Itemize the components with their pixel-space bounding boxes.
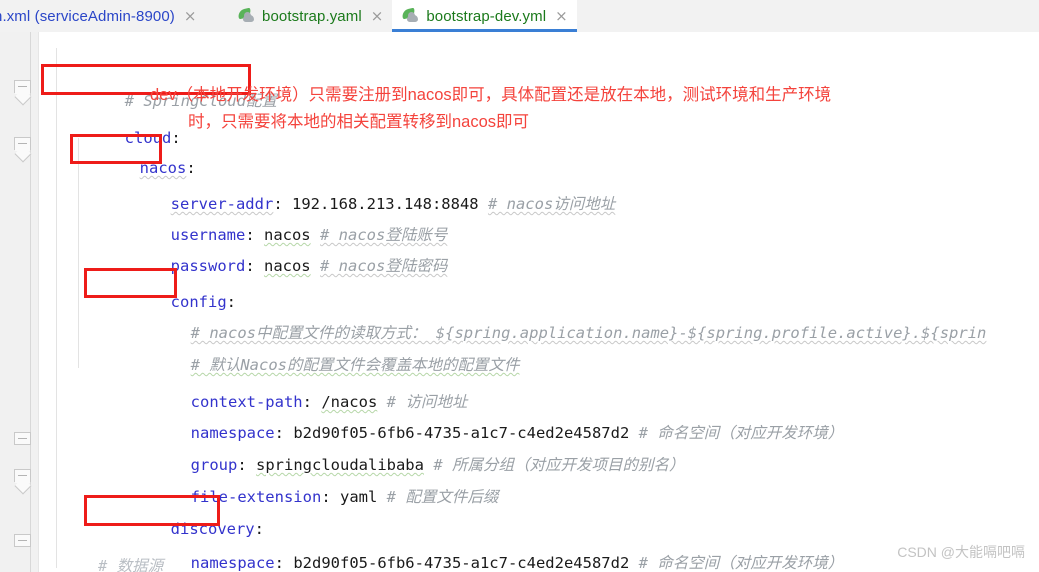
code-line-username: username: nacos # nacos登陆账号 — [170, 226, 448, 244]
close-icon[interactable]: × — [371, 8, 384, 24]
code-line-datasource-comment: # 数据源 — [98, 557, 164, 572]
watermark: CSDN @大能嗝吧嗝 — [897, 544, 1025, 560]
fold-marker-datasource[interactable] — [14, 534, 33, 550]
code-line-config-group: group: springcloudalibaba # 所属分组（对应开发项目的… — [190, 456, 685, 474]
code-line-override-comment: # 默认Nacos的配置文件会覆盖本地的配置文件 — [190, 356, 520, 374]
fold-marker-discovery[interactable] — [14, 469, 33, 495]
code-line-read-mode-comment: # nacos中配置文件的读取方式： ${spring.application.… — [190, 324, 987, 342]
code-line-password: password: nacos # nacos登陆密码 — [170, 257, 448, 275]
yaml-file-icon — [237, 7, 255, 24]
annotation-text-line2: 时，只需要将本地的相关配置转移到nacos即可 — [188, 113, 530, 131]
editor-tab-xml[interactable]: n.xml (serviceAdmin-8900) × — [0, 0, 228, 32]
fold-marker-nacos[interactable] — [14, 137, 33, 163]
fold-marker-cloud[interactable] — [14, 80, 33, 106]
code-line-context-path: context-path: /nacos # 访问地址 — [190, 393, 468, 411]
gutter-divider — [30, 32, 31, 572]
editor-tab-bootstrap-dev-yml[interactable]: bootstrap-dev.yml × — [392, 0, 578, 32]
code-line-discovery: discovery: — [170, 520, 264, 538]
editor-tab-xml-label: n.xml (serviceAdmin-8900) — [0, 7, 175, 25]
editor-tab-bootstrap-yaml-label: bootstrap.yaml — [262, 7, 362, 25]
code-line-nacos: nacos: — [139, 159, 196, 177]
fold-marker-config[interactable] — [14, 432, 33, 448]
code-line-discovery-namespace: namespace: b2d90f05-6fb6-4735-a1c7-c4ed2… — [190, 554, 844, 572]
code-line-cloud: cloud: — [124, 129, 181, 147]
yaml-file-icon — [401, 7, 419, 24]
close-icon[interactable]: × — [184, 8, 197, 24]
annotation-text-line1: dev（本地开发环境）只需要注册到nacos即可，具体配置还是放在本地，测试环境… — [150, 86, 832, 104]
close-icon[interactable]: × — [555, 8, 568, 24]
code-editor[interactable]: # SpringCloud配置 cloud: nacos: server-add… — [0, 32, 1039, 572]
editor-tab-bootstrap-dev-yml-label: bootstrap-dev.yml — [426, 7, 547, 25]
code-line-server-addr: server-addr: 192.168.213.148:8848 # naco… — [170, 195, 616, 213]
code-line-config: config: — [170, 293, 236, 311]
code-line-config-namespace: namespace: b2d90f05-6fb6-4735-a1c7-c4ed2… — [190, 424, 844, 442]
code-line-file-extension: file-extension: yaml # 配置文件后缀 — [190, 488, 499, 506]
editor-tab-bar: n.xml (serviceAdmin-8900) × bootstrap.ya… — [0, 0, 1039, 33]
editor-tab-bootstrap-yaml[interactable]: bootstrap.yaml × — [228, 0, 393, 32]
ide-window: n.xml (serviceAdmin-8900) × bootstrap.ya… — [0, 0, 1039, 572]
code-line-discovery-group: group: springcloudalibaba # 所属分组（对应开发项目的… — [116, 563, 685, 572]
